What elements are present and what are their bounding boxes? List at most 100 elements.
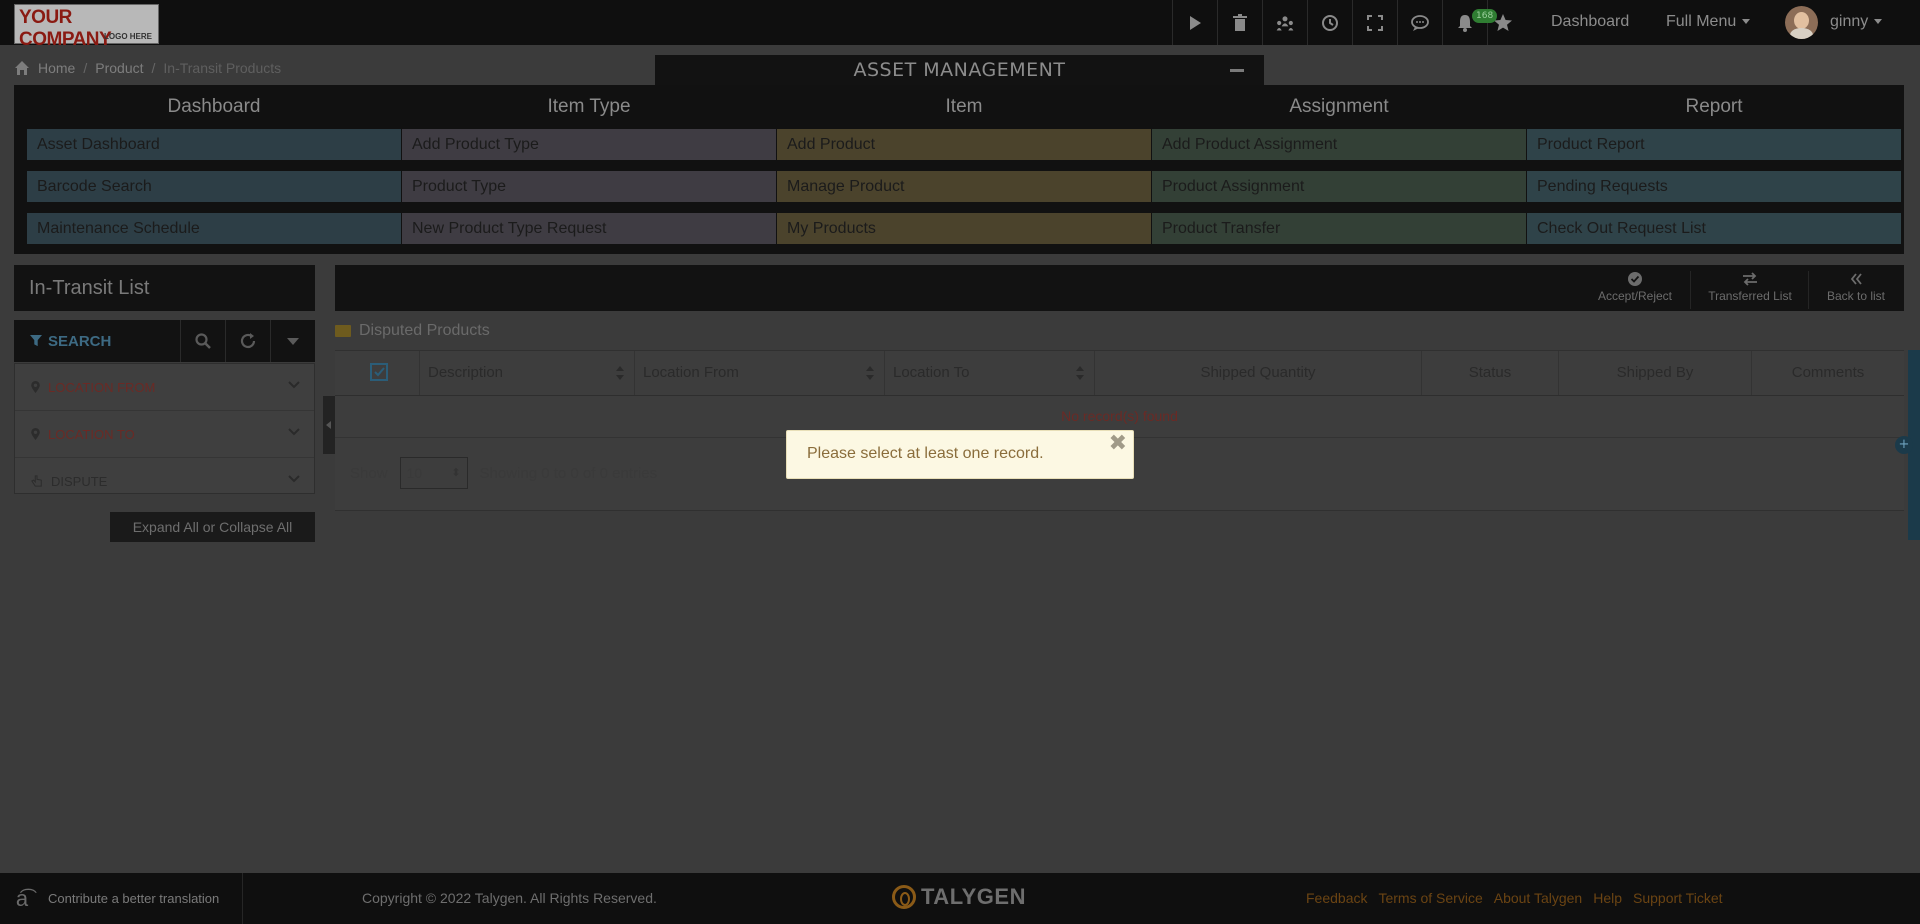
menu-column-header: Assignment <box>1289 96 1389 117</box>
toast-message: Please select at least one record. <box>807 445 1044 462</box>
filter-label: LOCATION TO <box>48 426 135 442</box>
in-transit-list-title: In-Transit List <box>14 265 315 311</box>
top-bar: YOUR COMPANY LOGO HERE 168 Dashboard Ful… <box>0 0 1920 50</box>
filter-icon <box>30 335 42 347</box>
accept-reject-label: Accept/Reject <box>1597 289 1673 303</box>
notification-badge: 168 <box>1472 9 1498 23</box>
menu-column-item-type: Item Type Add Product Type Product Type … <box>402 85 776 255</box>
transferred-list-button[interactable]: Transferred List <box>1690 271 1798 309</box>
search-bar: SEARCH <box>14 320 315 362</box>
menu-item-add-product-assignment[interactable]: Add Product Assignment <box>1152 129 1526 160</box>
menu-item-asset-dashboard[interactable]: Asset Dashboard <box>27 129 401 160</box>
home-icon <box>15 61 29 75</box>
plus-circle-icon[interactable]: + <box>1895 436 1913 454</box>
breadcrumb-home[interactable]: Home <box>38 60 75 76</box>
exchange-icon <box>1743 272 1757 286</box>
double-chevron-left-icon <box>1850 273 1862 285</box>
search-icon <box>195 333 211 349</box>
menu-item-my-products[interactable]: My Products <box>777 213 1151 244</box>
toolbar-divider <box>1690 271 1691 309</box>
user-menu-dropdown[interactable]: ginny <box>1830 13 1882 31</box>
refresh-button[interactable] <box>225 320 270 362</box>
avatar[interactable] <box>1785 6 1818 39</box>
footer-link-about[interactable]: About Talygen <box>1494 890 1582 906</box>
menu-column-header: Dashboard <box>167 96 261 117</box>
filter-location-from[interactable]: LOCATION FROM <box>15 364 314 411</box>
breadcrumb-separator: / <box>151 60 156 76</box>
menu-column-header: Report <box>1685 96 1743 117</box>
search-button[interactable] <box>180 320 225 362</box>
menu-item-maintenance-schedule[interactable]: Maintenance Schedule <box>27 213 401 244</box>
chevron-down-icon <box>288 428 300 436</box>
sort-icon <box>866 366 874 380</box>
asset-management-label: ASSET MANAGEMENT <box>853 59 1066 81</box>
search-toggle[interactable]: SEARCH <box>14 333 180 350</box>
full-menu-dropdown[interactable]: Full Menu <box>1666 13 1750 31</box>
trash-icon[interactable] <box>1217 0 1262 45</box>
select-all-checkbox[interactable] <box>370 363 388 381</box>
entries-info: Showing 0 to 0 of 0 entries <box>479 464 658 482</box>
column-header-description[interactable]: Description <box>420 351 635 395</box>
full-menu-label: Full Menu <box>1666 13 1737 30</box>
chat-icon[interactable] <box>1397 0 1442 45</box>
search-dropdown-button[interactable] <box>270 320 315 362</box>
asset-management-title: ASSET MANAGEMENT <box>655 55 1264 85</box>
menu-item-pending-requests[interactable]: Pending Requests <box>1527 171 1901 202</box>
menu-column-report: Report Product Report Pending Requests C… <box>1527 85 1901 255</box>
menu-item-add-product[interactable]: Add Product <box>777 129 1151 160</box>
back-to-list-button[interactable]: Back to list <box>1808 271 1892 309</box>
close-icon[interactable]: ✖ <box>1109 432 1127 456</box>
menu-item-product-assignment[interactable]: Product Assignment <box>1152 171 1526 202</box>
menu-item-add-product-type[interactable]: Add Product Type <box>402 129 776 160</box>
map-marker-icon <box>31 381 40 393</box>
footer-link-support-ticket[interactable]: Support Ticket <box>1633 890 1723 906</box>
column-header-location-from[interactable]: Location From <box>635 351 885 395</box>
accept-reject-button[interactable]: Accept/Reject <box>1590 271 1680 303</box>
fullscreen-icon[interactable] <box>1352 0 1397 45</box>
filter-dispute[interactable]: DISPUTE <box>15 458 314 504</box>
menu-item-product-transfer[interactable]: Product Transfer <box>1152 213 1526 244</box>
clock-icon[interactable] <box>1307 0 1352 45</box>
play-icon[interactable] <box>1172 0 1217 45</box>
sort-icon <box>1076 366 1084 380</box>
menu-column-header: Item Type <box>547 96 631 117</box>
menu-column-dashboard: Dashboard Asset Dashboard Barcode Search… <box>27 85 401 255</box>
collapse-sidebar-handle[interactable] <box>323 396 335 454</box>
people-icon[interactable] <box>1262 0 1307 45</box>
menu-item-barcode-search[interactable]: Barcode Search <box>27 171 401 202</box>
page-size-select[interactable]: 10 <box>399 457 468 489</box>
copyright-text: Copyright © 2022 Talygen. All Rights Res… <box>362 890 657 906</box>
menu-column-item: Item Add Product Manage Product My Produ… <box>777 85 1151 255</box>
column-header-comments: Comments <box>1791 364 1865 381</box>
filter-label: DISPUTE <box>51 473 108 489</box>
dashboard-link[interactable]: Dashboard <box>1551 13 1629 31</box>
footer-link-help[interactable]: Help <box>1593 890 1622 906</box>
footer-link-terms[interactable]: Terms of Service <box>1378 890 1482 906</box>
translate-label: Contribute a better translation <box>48 891 220 906</box>
column-header-shipped-quantity: Shipped Quantity <box>1095 351 1422 395</box>
page-size-value: 10 <box>406 465 423 481</box>
minimize-icon[interactable] <box>1230 69 1244 72</box>
filter-label: LOCATION FROM <box>48 379 156 395</box>
footer: a͡ Contribute a better translation Copyr… <box>0 873 1920 924</box>
translate-link[interactable]: a͡ Contribute a better translation <box>0 873 243 924</box>
menu-item-new-product-type-request[interactable]: New Product Type Request <box>402 213 776 244</box>
breadcrumb-product[interactable]: Product <box>95 60 143 76</box>
menu-item-product-report[interactable]: Product Report <box>1527 129 1901 160</box>
menu-item-manage-product[interactable]: Manage Product <box>777 171 1151 202</box>
hand-pointer-icon <box>31 475 42 487</box>
show-label: Show <box>350 464 388 482</box>
talygen-logo-icon <box>892 885 916 909</box>
folder-icon <box>335 325 351 337</box>
warning-toast: Please select at least one record. ✖ <box>786 430 1134 479</box>
section-title: Disputed Products <box>335 322 490 340</box>
menu-item-product-type[interactable]: Product Type <box>402 171 776 202</box>
column-header-location-to[interactable]: Location To <box>885 351 1095 395</box>
breadcrumb-current: In-Transit Products <box>163 60 282 76</box>
toolbar-icons <box>1172 0 1518 45</box>
expand-collapse-button[interactable]: Expand All or Collapse All <box>110 512 315 542</box>
footer-link-feedback[interactable]: Feedback <box>1306 890 1367 906</box>
company-logo[interactable]: YOUR COMPANY LOGO HERE <box>14 4 159 50</box>
menu-item-check-out-request-list[interactable]: Check Out Request List <box>1527 213 1901 244</box>
filter-location-to[interactable]: LOCATION TO <box>15 411 314 458</box>
